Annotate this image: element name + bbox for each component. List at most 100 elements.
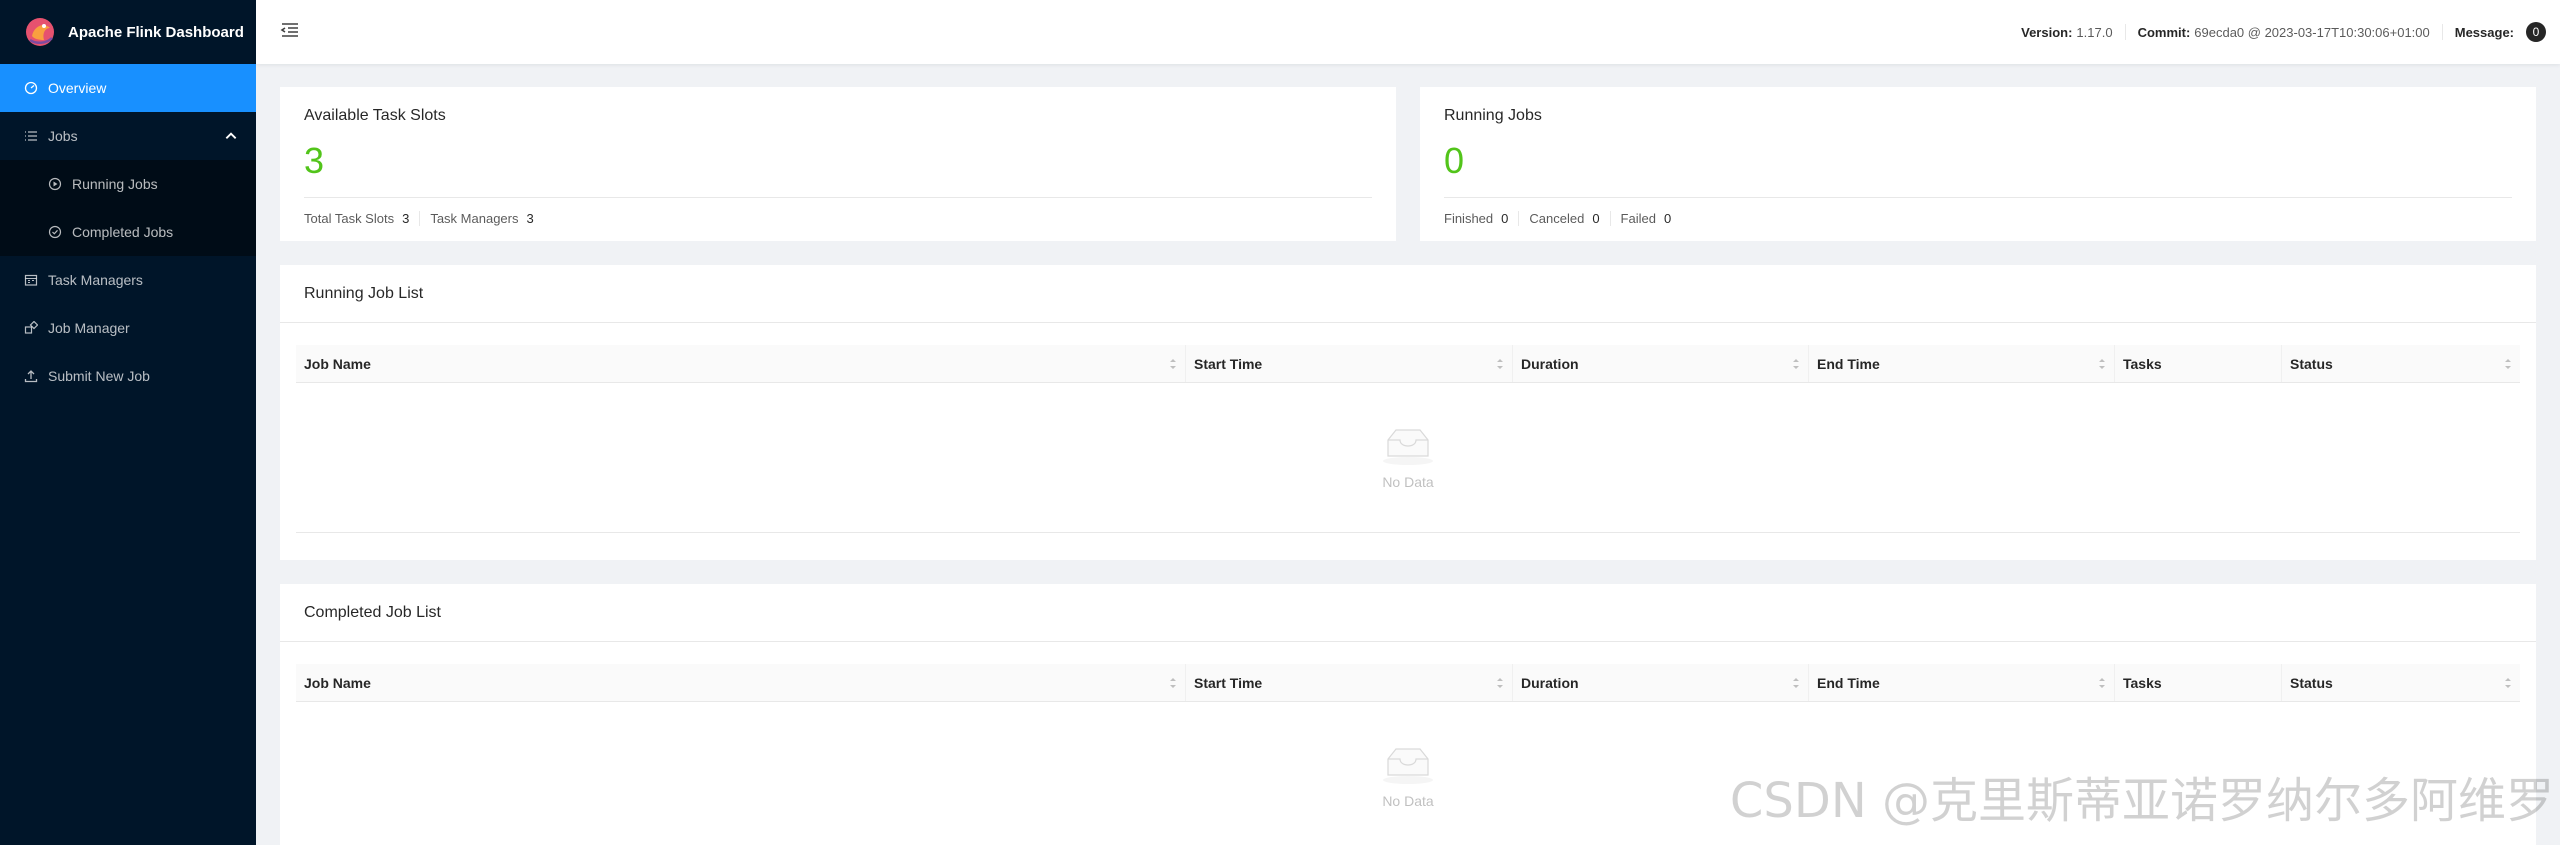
- sidebar-item-task-managers[interactable]: Task Managers: [0, 256, 256, 304]
- divider: [304, 197, 1372, 198]
- column-header-status[interactable]: Status: [2282, 664, 2520, 701]
- commit-value: 69ecda0 @ 2023-03-17T10:30:06+01:00: [2194, 24, 2430, 40]
- app-title: Apache Flink Dashboard: [68, 23, 244, 41]
- available-slots-value: 3: [304, 140, 325, 181]
- commit-label: Commit:: [2137, 24, 2191, 40]
- column-label: Job Name: [304, 355, 371, 372]
- stat-label: Failed: [1620, 211, 1656, 226]
- sidebar-item-label: Job Manager: [48, 320, 130, 336]
- column-label: Tasks: [2123, 355, 2162, 372]
- sort-icon[interactable]: [2504, 676, 2512, 690]
- upload-icon: [24, 369, 38, 383]
- stat-value: 0: [1592, 211, 1600, 226]
- column-header-status[interactable]: Status: [2282, 345, 2520, 382]
- empty-inbox-icon: [1383, 747, 1433, 784]
- column-header-start-time[interactable]: Start Time: [1186, 664, 1513, 701]
- column-label: Job Name: [304, 674, 371, 691]
- available-task-slots-card: Available Task Slots 3 Total Task Slots …: [280, 87, 1396, 241]
- stat-value: 3: [402, 211, 410, 226]
- stat-value: 0: [1663, 211, 1672, 226]
- sort-icon[interactable]: [1792, 357, 1800, 371]
- sidebar-item-label: Overview: [48, 80, 107, 96]
- play-circle-icon: [48, 177, 62, 191]
- commit-info: Commit: 69ecda0 @ 2023-03-17T10:30:06+01…: [2126, 24, 2443, 40]
- column-header-duration[interactable]: Duration: [1513, 345, 1809, 382]
- sidebar-item-running-jobs[interactable]: Running Jobs: [0, 160, 256, 208]
- column-header-duration[interactable]: Duration: [1513, 664, 1809, 701]
- sort-icon[interactable]: [1169, 357, 1177, 371]
- no-data-text: No Data: [1382, 792, 1434, 809]
- task-managers-stat: Task Managers 3: [430, 211, 543, 226]
- stat-value: 3: [526, 211, 534, 226]
- message-label: Message:: [2454, 24, 2514, 40]
- column-label: Start Time: [1194, 674, 1263, 691]
- flink-logo-icon: [26, 18, 54, 46]
- check-circle-icon: [48, 225, 62, 239]
- column-header-end-time[interactable]: End Time: [1809, 345, 2115, 382]
- column-header-start-time[interactable]: Start Time: [1186, 345, 1513, 382]
- sidebar-item-label: Submit New Job: [48, 368, 150, 384]
- message-info[interactable]: Message: 0: [2443, 22, 2546, 42]
- sidebar-item-label: Jobs: [48, 128, 78, 144]
- sort-icon[interactable]: [2098, 357, 2106, 371]
- version-value: 1.17.0: [2076, 24, 2113, 40]
- sort-icon[interactable]: [1496, 357, 1504, 371]
- total-task-slots-stat: Total Task Slots 3: [304, 211, 421, 226]
- sidebar-item-job-manager[interactable]: Job Manager: [0, 304, 256, 352]
- empty-inbox-icon: [1383, 428, 1433, 465]
- column-label: Duration: [1521, 355, 1579, 372]
- running-job-list-card: Running Job List Job Name Start Time Dur…: [280, 265, 2536, 560]
- schedule-icon: [24, 273, 38, 287]
- stat-label: Canceled: [1529, 211, 1585, 226]
- column-header-job-name[interactable]: Job Name: [296, 664, 1186, 701]
- no-data-text: No Data: [1382, 473, 1434, 490]
- sort-icon[interactable]: [1169, 676, 1177, 690]
- column-header-job-name[interactable]: Job Name: [296, 345, 1186, 382]
- card-title: Completed Job List: [280, 584, 2536, 642]
- column-label: Status: [2290, 674, 2333, 691]
- column-label: End Time: [1817, 674, 1880, 691]
- menu-fold-icon[interactable]: [280, 20, 300, 40]
- column-label: Status: [2290, 355, 2333, 372]
- sort-icon[interactable]: [2098, 676, 2106, 690]
- sidebar-item-submit-new-job[interactable]: Submit New Job: [0, 352, 256, 400]
- sidebar-item-label: Completed Jobs: [72, 224, 174, 240]
- stat-label: Task Managers: [430, 211, 519, 226]
- unordered-list-icon: [24, 129, 38, 143]
- card-footer: Finished 0 Canceled 0 Failed 0: [1444, 211, 1691, 226]
- sort-icon[interactable]: [1496, 676, 1504, 690]
- chevron-up-icon: [225, 132, 237, 139]
- card-title: Running Jobs: [1444, 107, 1542, 124]
- divider: [1444, 197, 2512, 198]
- failed-stat: Failed 0: [1621, 211, 1682, 226]
- message-count-badge[interactable]: 0: [2526, 22, 2546, 42]
- sidebar-item-label: Task Managers: [48, 272, 143, 288]
- running-jobs-value: 0: [1444, 140, 1465, 181]
- sidebar-item-jobs[interactable]: Jobs: [0, 112, 256, 160]
- running-jobs-card: Running Jobs 0 Finished 0 Canceled 0 Fai…: [1420, 87, 2536, 241]
- brand[interactable]: Apache Flink Dashboard: [0, 0, 256, 64]
- table-header: Job Name Start Time Duration End Time Ta…: [296, 345, 2520, 383]
- watermark: CSDN @克里斯蒂亚诺罗纳尔多阿维罗: [1729, 773, 2554, 829]
- build-icon: [24, 321, 38, 335]
- stat-value: 0: [1501, 211, 1509, 226]
- stat-label: Finished: [1444, 211, 1494, 226]
- column-label: Start Time: [1194, 355, 1263, 372]
- empty-state: No Data: [296, 383, 2520, 533]
- jobs-submenu: Running Jobs Completed Jobs: [0, 160, 256, 256]
- sidebar-item-completed-jobs[interactable]: Completed Jobs: [0, 208, 256, 256]
- finished-stat: Finished 0: [1444, 211, 1520, 226]
- stat-label: Total Task Slots: [304, 211, 395, 226]
- card-title: Available Task Slots: [304, 107, 446, 124]
- column-header-end-time[interactable]: End Time: [1809, 664, 2115, 701]
- canceled-stat: Canceled 0: [1529, 211, 1611, 226]
- version-label: Version:: [2021, 24, 2073, 40]
- sidebar: Apache Flink Dashboard Overview Jobs Run…: [0, 0, 256, 845]
- column-label: Duration: [1521, 674, 1579, 691]
- top-header: Version: 1.17.0 Commit: 69ecda0 @ 2023-0…: [256, 0, 2560, 64]
- sort-icon[interactable]: [1792, 676, 1800, 690]
- sidebar-item-label: Running Jobs: [72, 176, 158, 192]
- sidebar-item-overview[interactable]: Overview: [0, 64, 256, 112]
- version-info: Version: 1.17.0: [2009, 24, 2126, 40]
- sort-icon[interactable]: [2504, 357, 2512, 371]
